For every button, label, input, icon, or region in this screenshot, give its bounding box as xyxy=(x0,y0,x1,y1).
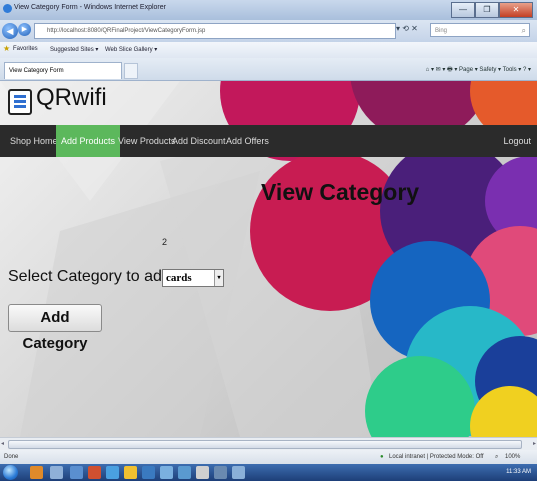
url-text: http://localhost:8080/QRFinalProject/Vie… xyxy=(47,28,206,34)
minimize-button[interactable]: — xyxy=(451,2,475,18)
page-title: View Category xyxy=(261,179,420,205)
nav-add-discount[interactable]: Add Discount xyxy=(168,125,230,157)
scroll-right-icon[interactable]: ▸ xyxy=(533,440,536,447)
star-icon: ★ xyxy=(3,44,11,53)
taskbar: 11:33 AM xyxy=(0,464,537,481)
search-icon[interactable]: ⌕ xyxy=(522,24,526,38)
taskbar-app-icon[interactable] xyxy=(214,466,227,479)
brand-name: QRwifi xyxy=(36,84,107,111)
status-bar: Done ● Local intranet | Protected Mode: … xyxy=(0,450,537,464)
favorites-item-suggested[interactable]: Suggested Sites ▾ xyxy=(50,46,98,53)
category-count: 2 xyxy=(162,237,168,247)
window-title-bar: View Category Form - Windows Internet Ex… xyxy=(0,0,537,21)
main-nav: Shop Home Add Products View Products Add… xyxy=(0,125,537,157)
maximize-button[interactable]: ❐ xyxy=(475,2,499,18)
taskbar-app-icon[interactable] xyxy=(88,466,101,479)
new-tab-button[interactable] xyxy=(124,63,138,79)
taskbar-app-icon[interactable] xyxy=(124,466,137,479)
intranet-icon: ● xyxy=(380,454,384,460)
address-toolbar: ◀ ▶ http://localhost:8080/QRFinalProject… xyxy=(0,20,537,42)
favorites-button[interactable]: Favorites xyxy=(13,46,38,52)
search-placeholder: Bing xyxy=(435,28,448,34)
taskbar-app-icon[interactable] xyxy=(178,466,191,479)
forward-button[interactable]: ▶ xyxy=(18,23,31,36)
command-bar[interactable]: ⌂ ▾ ✉ ▾ 🖶 ▾ Page ▾ Safety ▾ Tools ▾ ? ▾ xyxy=(426,65,531,75)
zoom-level[interactable]: 100% xyxy=(505,450,520,464)
window-controls: — ❐ ✕ xyxy=(451,2,533,18)
back-button[interactable]: ◀ xyxy=(2,23,18,39)
add-category-button[interactable]: Add Category xyxy=(8,304,102,352)
taskbar-app-icon[interactable] xyxy=(106,466,119,479)
chevron-down-icon: ▾ xyxy=(214,270,223,286)
status-text: Done xyxy=(4,454,19,460)
tab-row: View Category Form ⌂ ▾ ✉ ▾ 🖶 ▾ Page ▾ Sa… xyxy=(0,58,537,81)
taskbar-app-icon[interactable] xyxy=(50,466,63,479)
address-buttons[interactable]: ▾ ⟲ ✕ xyxy=(396,24,418,33)
address-input[interactable]: http://localhost:8080/QRFinalProject/Vie… xyxy=(34,23,396,39)
scroll-left-icon[interactable]: ◂ xyxy=(1,440,4,447)
window-title: View Category Form - Windows Internet Ex… xyxy=(14,4,166,11)
ie-icon xyxy=(3,4,12,13)
nav-add-offers[interactable]: Add Offers xyxy=(222,125,273,157)
security-zone[interactable]: Local intranet | Protected Mode: Off xyxy=(389,450,484,464)
page-viewport: QRwifi Shop Home Add Products View Produ… xyxy=(0,81,537,437)
taskbar-app-icon[interactable] xyxy=(160,466,173,479)
favorites-bar: ★ Favorites Suggested Sites ▾ Web Slice … xyxy=(0,42,537,59)
taskbar-app-icon[interactable] xyxy=(70,466,83,479)
tab-view-category[interactable]: View Category Form xyxy=(4,62,122,79)
category-select-value: cards xyxy=(166,272,192,284)
nav-logout[interactable]: Logout xyxy=(503,125,531,157)
scrollbar-thumb[interactable] xyxy=(8,440,522,449)
taskbar-clock[interactable]: 11:33 AM xyxy=(506,464,531,481)
taskbar-app-icon[interactable] xyxy=(232,466,245,479)
wifi-logo-icon xyxy=(8,89,32,115)
search-input[interactable]: Bing ⌕ xyxy=(430,23,530,37)
category-select[interactable]: cards ▾ xyxy=(162,269,224,287)
favorites-item-webslice[interactable]: Web Slice Gallery ▾ xyxy=(105,46,157,53)
close-button[interactable]: ✕ xyxy=(499,2,533,18)
horizontal-scrollbar[interactable]: ◂ ▸ xyxy=(0,437,537,450)
zoom-icon: ⌕ xyxy=(495,454,499,460)
taskbar-app-icon[interactable] xyxy=(142,466,155,479)
taskbar-app-icon[interactable] xyxy=(196,466,209,479)
nav-shop-home[interactable]: Shop Home xyxy=(6,125,62,157)
nav-add-products[interactable]: Add Products xyxy=(56,125,121,157)
start-button[interactable] xyxy=(3,465,18,480)
taskbar-app-icon[interactable] xyxy=(30,466,43,479)
